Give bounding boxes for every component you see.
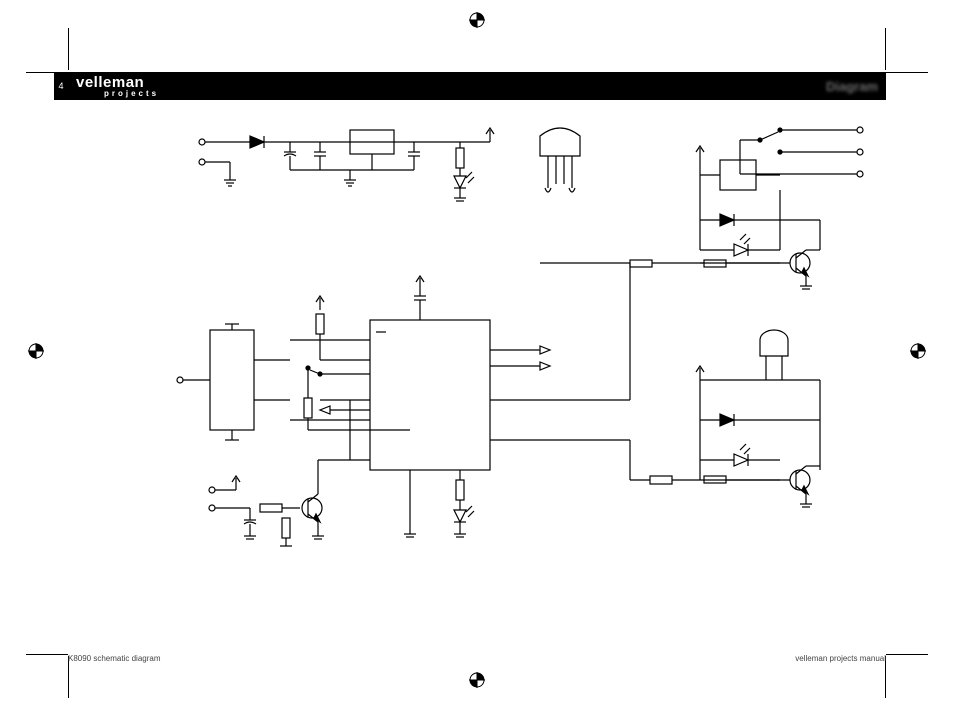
page-number: 4: [54, 72, 68, 100]
registration-mark-icon: [910, 343, 926, 359]
footer-right: velleman projects manual: [795, 654, 886, 663]
optocoupler-icon: [540, 128, 580, 192]
input-stage-block: [209, 460, 370, 546]
relay-driver-2: [630, 330, 820, 507]
registration-mark-icon: [28, 343, 44, 359]
brand-logo: velleman projects: [76, 75, 159, 98]
header-banner: velleman projects Diagram: [68, 72, 886, 100]
mcu-block: [290, 263, 630, 480]
power-supply-block: [199, 128, 494, 201]
footer: K8090 schematic diagram velleman project…: [68, 654, 886, 663]
oscillator-block: [177, 324, 290, 440]
circuit-schematic: [160, 110, 880, 610]
footer-left: K8090 schematic diagram: [68, 654, 161, 663]
registration-mark-icon: [469, 12, 485, 28]
registration-mark-icon: [469, 672, 485, 688]
status-led-block: [404, 470, 474, 537]
page-title: Diagram: [826, 79, 878, 94]
relay-driver-1: [540, 127, 863, 289]
